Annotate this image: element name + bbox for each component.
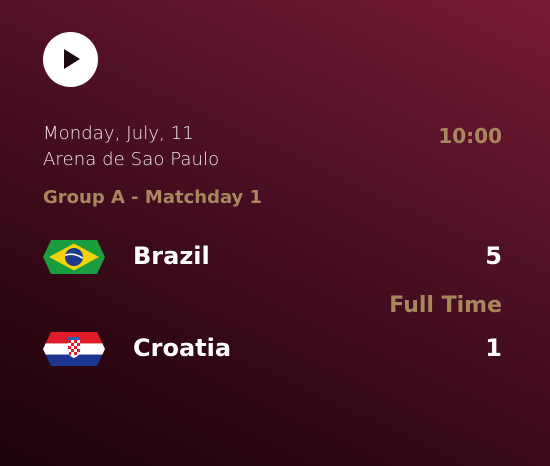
match-time: 10:00 xyxy=(438,124,502,148)
match-status: Full Time xyxy=(389,293,502,318)
away-team-name: Croatia xyxy=(133,334,232,362)
play-icon xyxy=(64,49,80,69)
match-date: Monday, July, 11 xyxy=(43,123,194,144)
home-team-score: 5 xyxy=(485,242,502,270)
match-group: Group A - Matchday 1 xyxy=(43,187,263,208)
home-team-name: Brazil xyxy=(133,242,210,270)
brazil-flag-icon xyxy=(43,240,105,274)
play-button[interactable] xyxy=(43,32,98,87)
away-team-score: 1 xyxy=(485,334,502,362)
match-venue: Arena de Sao Paulo xyxy=(43,149,220,170)
match-card[interactable]: Monday, July, 11 Arena de Sao Paulo 10:0… xyxy=(0,0,550,466)
croatia-flag-icon xyxy=(43,332,105,366)
